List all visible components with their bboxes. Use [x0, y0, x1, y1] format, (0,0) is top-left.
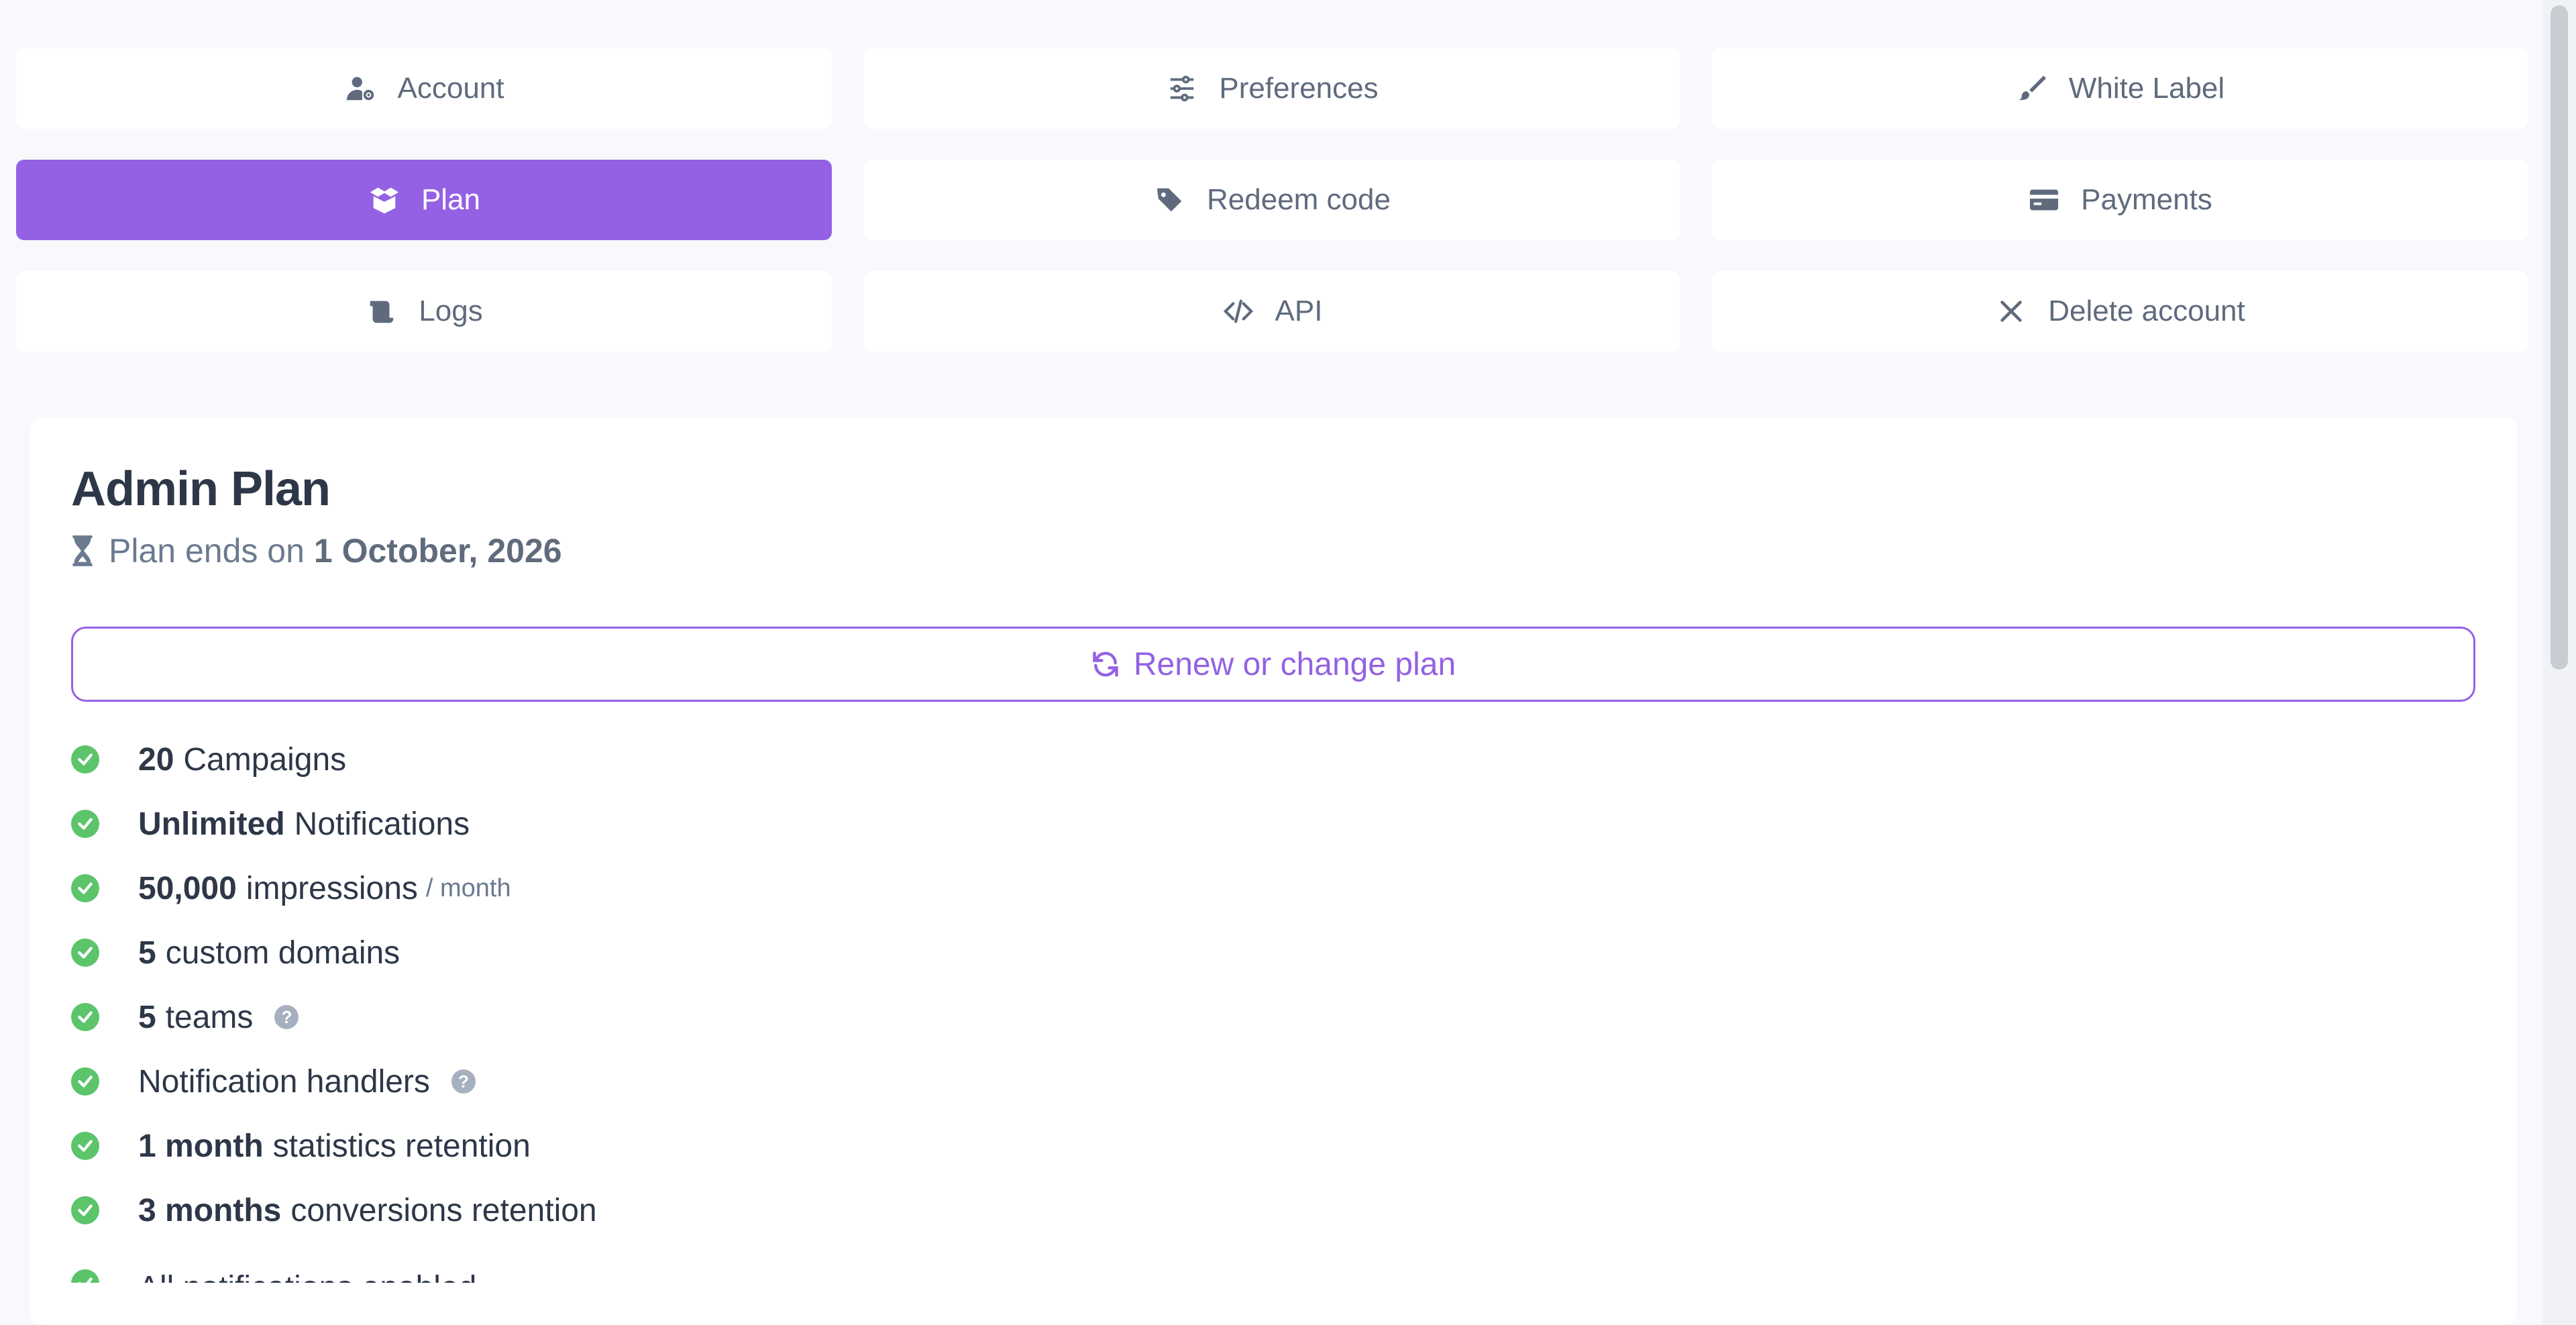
- plan-card: Admin Plan Plan ends on 1 October, 2026 …: [30, 417, 2517, 1325]
- plan-title: Admin Plan: [71, 462, 331, 516]
- user-gear-icon: [344, 72, 378, 105]
- tab-label: Redeem code: [1207, 183, 1391, 216]
- check-circle-icon: [71, 1067, 99, 1096]
- close-icon: [1994, 295, 2028, 328]
- help-icon[interactable]: ?: [451, 1069, 476, 1094]
- list-item: 3 months conversions retention: [71, 1178, 2084, 1242]
- tab-label: Delete account: [2048, 295, 2245, 327]
- check-circle-icon: [71, 1003, 99, 1031]
- tab-white-label[interactable]: White Label: [1712, 48, 2528, 129]
- scrollbar-thumb[interactable]: [2551, 5, 2568, 670]
- credit-card-icon: [2027, 183, 2061, 217]
- tab-redeem-code[interactable]: Redeem code: [864, 160, 1680, 240]
- list-item: Notification handlers ?: [71, 1049, 2084, 1114]
- tab-delete-account[interactable]: Delete account: [1712, 271, 2528, 352]
- check-circle-icon: [71, 874, 99, 902]
- list-item: 50,000 impressions / month: [71, 856, 2084, 920]
- feature-value: 1 month: [138, 1128, 264, 1164]
- feature-value: Unlimited: [138, 806, 285, 842]
- tab-label: Plan: [421, 183, 481, 216]
- tab-label: API: [1275, 295, 1323, 327]
- feature-value: 5: [138, 935, 156, 971]
- feature-unit: / month: [425, 873, 511, 902]
- tab-logs[interactable]: Logs: [16, 271, 832, 352]
- feature-text: Notifications: [294, 806, 470, 842]
- sliders-icon: [1165, 72, 1199, 105]
- tab-plan[interactable]: Plan: [16, 160, 832, 240]
- list-item: 5 custom domains: [71, 920, 2084, 985]
- tab-api[interactable]: API: [864, 271, 1680, 352]
- feature-text: teams: [165, 999, 254, 1035]
- tab-label: Account: [397, 72, 504, 105]
- feature-text: conversions retention: [290, 1192, 597, 1228]
- page-scrollbar[interactable]: [2542, 0, 2576, 1325]
- check-circle-icon: [71, 1269, 99, 1283]
- sync-icon: [1093, 651, 1118, 677]
- feature-value: 3 months: [138, 1192, 282, 1228]
- check-circle-icon: [71, 745, 99, 774]
- list-item: Unlimited Notifications: [71, 792, 2084, 856]
- feature-text: statistics retention: [272, 1128, 531, 1164]
- tags-icon: [1153, 183, 1187, 217]
- tab-payments[interactable]: Payments: [1712, 160, 2528, 240]
- feature-text: All notifications enabled: [138, 1269, 476, 1283]
- tab-label: Payments: [2081, 183, 2212, 216]
- settings-tabs: Account Preferences White Label Plan Red…: [16, 48, 2528, 352]
- renew-plan-label: Renew or change plan: [1133, 646, 1456, 682]
- help-icon[interactable]: ?: [274, 1005, 299, 1029]
- check-circle-icon: [71, 1132, 99, 1160]
- code-icon: [1222, 295, 1255, 328]
- list-item: 5 teams ?: [71, 985, 2084, 1049]
- check-circle-icon: [71, 939, 99, 967]
- list-item: 1 month statistics retention: [71, 1114, 2084, 1178]
- feature-text: custom domains: [165, 935, 400, 971]
- feature-text: Campaigns: [183, 741, 347, 778]
- plan-ends-date: 1 October, 2026: [313, 532, 562, 570]
- tab-preferences[interactable]: Preferences: [864, 48, 1680, 129]
- plan-features-list: 20 Campaigns Unlimited Notifications 50,…: [71, 727, 2084, 1283]
- feature-text: impressions: [246, 870, 418, 906]
- renew-plan-button[interactable]: Renew or change plan: [71, 627, 2475, 702]
- box-open-icon: [368, 183, 401, 217]
- tab-account[interactable]: Account: [16, 48, 832, 129]
- feature-value: 5: [138, 999, 156, 1035]
- tab-label: Preferences: [1219, 72, 1379, 105]
- paintbrush-icon: [2015, 72, 2049, 105]
- tab-label: Logs: [419, 295, 483, 327]
- list-item: All notifications enabled: [71, 1242, 2084, 1283]
- feature-value: 50,000: [138, 870, 237, 906]
- list-item: 20 Campaigns: [71, 727, 2084, 792]
- scroll-icon: [365, 295, 398, 328]
- hourglass-icon: [72, 535, 93, 566]
- plan-end-date: Plan ends on 1 October, 2026: [71, 531, 562, 570]
- plan-ends-prefix: Plan ends on: [109, 532, 305, 570]
- feature-text: Notification handlers: [138, 1063, 430, 1100]
- feature-value: 20: [138, 741, 174, 778]
- tab-label: White Label: [2068, 72, 2225, 105]
- check-circle-icon: [71, 810, 99, 838]
- check-circle-icon: [71, 1196, 99, 1224]
